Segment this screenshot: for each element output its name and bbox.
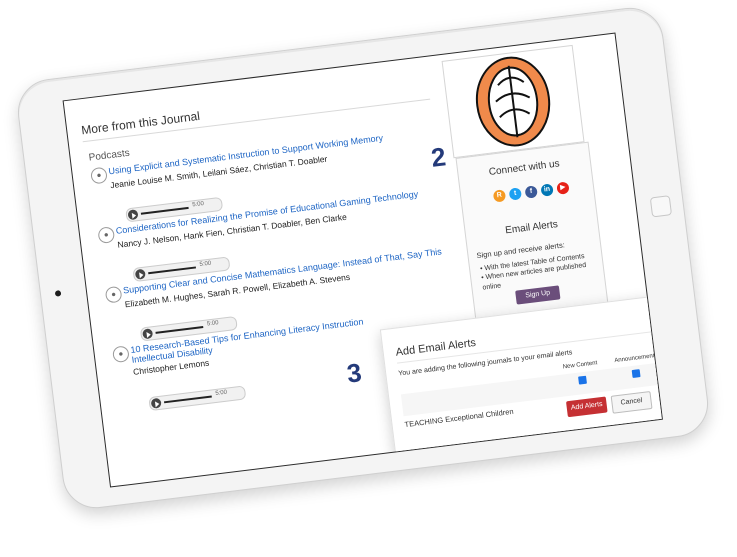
play-button[interactable] — [150, 397, 162, 409]
front-camera — [54, 290, 62, 297]
modal-title: Add Email Alerts — [395, 336, 477, 359]
linkedin-icon[interactable]: in — [540, 183, 554, 197]
social-links: R t f in ▶ — [492, 181, 570, 203]
connect-and-alerts-panel: Connect with us R t f in ▶ Email Alerts … — [455, 141, 609, 323]
column-new-content: New Content — [562, 360, 598, 371]
microphone-icon: ● — [97, 226, 116, 245]
connect-title: Connect with us — [488, 158, 561, 178]
callout-number-3: 3 — [345, 357, 364, 389]
close-icon[interactable]: × — [653, 298, 663, 315]
home-button[interactable] — [649, 195, 673, 218]
audio-time: 5:00 — [199, 260, 212, 268]
microphone-icon: ● — [112, 345, 130, 364]
audio-progress[interactable] — [148, 266, 197, 275]
audio-time: 5:00 — [215, 389, 228, 397]
play-icon — [146, 331, 152, 338]
play-button[interactable] — [134, 268, 146, 280]
cancel-button[interactable]: Cancel — [610, 390, 653, 414]
twitter-icon[interactable]: t — [508, 187, 523, 201]
audio-time: 5:00 — [191, 201, 205, 209]
audio-player[interactable]: 5:00 — [148, 385, 247, 412]
new-content-checkbox[interactable] — [578, 375, 587, 385]
announcements-checkbox[interactable] — [631, 369, 641, 379]
microphone-icon: ● — [104, 285, 123, 304]
play-button[interactable] — [127, 209, 139, 221]
play-icon — [131, 212, 137, 219]
rss-icon[interactable]: R — [492, 189, 507, 203]
audio-progress[interactable] — [155, 325, 204, 334]
play-icon — [154, 400, 160, 408]
column-announcements: Announcements — [614, 352, 658, 365]
audio-time: 5:00 — [206, 320, 219, 328]
podcasts-heading: Podcasts — [88, 147, 131, 164]
add-alerts-button[interactable]: Add Alerts — [565, 396, 608, 418]
journal-logo — [441, 44, 585, 159]
email-alerts-title: Email Alerts — [504, 219, 559, 237]
youtube-icon[interactable]: ▶ — [556, 181, 570, 195]
facebook-icon[interactable]: f — [524, 185, 538, 199]
tablet-screen: More from this Journal Podcasts ● Using … — [62, 32, 663, 488]
microphone-icon: ● — [90, 166, 108, 185]
play-icon — [139, 271, 144, 279]
podcast-item: ● Using Explicit and Systematic Instruct… — [90, 126, 437, 223]
add-email-alerts-modal: × Add Email Alerts You are adding the fo… — [379, 293, 663, 456]
play-button[interactable] — [142, 328, 154, 340]
callout-number-2: 2 — [429, 141, 448, 173]
section-title: More from this Journal — [80, 108, 201, 138]
audio-progress[interactable] — [163, 395, 212, 404]
ipad-device: More from this Journal Podcasts ● Using … — [14, 4, 712, 512]
audio-progress[interactable] — [140, 206, 189, 215]
sign-up-button[interactable]: Sign Up — [515, 285, 561, 305]
journal-logo-icon — [475, 56, 551, 147]
